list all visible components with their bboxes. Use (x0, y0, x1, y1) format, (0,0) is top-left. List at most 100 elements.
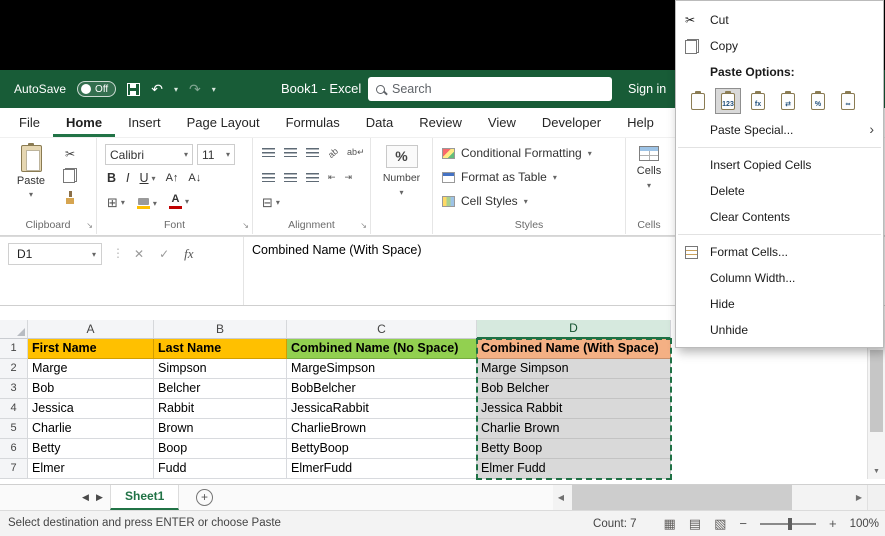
menu-item-copy[interactable]: Copy (676, 33, 883, 59)
cell-D6[interactable]: Betty Boop (477, 439, 671, 459)
cell-D2[interactable]: Marge Simpson (477, 359, 671, 379)
zoom-level[interactable]: 100% (850, 518, 879, 530)
menu-item-cut[interactable]: ✂ Cut (676, 7, 883, 33)
cell-styles-button[interactable]: Cell Styles ▾ (442, 194, 528, 208)
cell-C1[interactable]: Combined Name (No Space) (287, 339, 477, 359)
align-center-button[interactable] (284, 173, 297, 182)
confirm-entry-icon[interactable]: ✓ (159, 247, 169, 261)
menu-item-insert-copied-cells[interactable]: Insert Copied Cells (676, 152, 883, 178)
new-sheet-button[interactable]: + (196, 489, 213, 506)
horizontal-scroll-thumb[interactable] (572, 485, 792, 510)
bold-button[interactable]: B (107, 171, 116, 185)
cell-B6[interactable]: Boop (154, 439, 287, 459)
cell-D3[interactable]: Bob Belcher (477, 379, 671, 399)
row-header-1[interactable]: 1 (0, 339, 28, 359)
row-header-4[interactable]: 4 (0, 399, 28, 419)
tab-insert[interactable]: Insert (115, 108, 174, 137)
tab-formulas[interactable]: Formulas (273, 108, 353, 137)
menu-item-paste-special[interactable]: Paste Special... › (676, 117, 883, 143)
search-box[interactable] (368, 77, 612, 101)
align-bottom-button[interactable] (306, 148, 319, 157)
save-icon[interactable] (127, 83, 140, 96)
merge-center-button[interactable]: ⊟ ▾ (262, 196, 280, 209)
paste-option-link[interactable]: ∞ (835, 88, 861, 114)
row-header-5[interactable]: 5 (0, 419, 28, 439)
formula-bar-drag-handle[interactable]: ⋮ (112, 246, 124, 260)
qat-customize-icon[interactable]: ▾ (212, 85, 216, 94)
cell-A5[interactable]: Charlie (28, 419, 154, 439)
zoom-slider[interactable] (760, 523, 816, 525)
orientation-button[interactable]: ab (326, 145, 340, 159)
sheet-tab-sheet1[interactable]: Sheet1 (110, 485, 179, 510)
cancel-entry-icon[interactable]: ✕ (134, 247, 144, 261)
align-middle-button[interactable] (284, 148, 297, 157)
cell-B7[interactable]: Fudd (154, 459, 287, 479)
row-header-6[interactable]: 6 (0, 439, 28, 459)
zoom-in-button[interactable]: + (829, 517, 837, 530)
underline-button[interactable]: U ▾ (140, 171, 156, 185)
cell-A4[interactable]: Jessica (28, 399, 154, 419)
insert-function-icon[interactable]: fx (184, 246, 193, 262)
number-format-button[interactable]: % Number ▾ (371, 145, 432, 197)
conditional-formatting-button[interactable]: Conditional Formatting ▾ (442, 146, 592, 160)
cell-A6[interactable]: Betty (28, 439, 154, 459)
menu-item-column-width[interactable]: Column Width... (676, 265, 883, 291)
column-header-b[interactable]: B (154, 320, 287, 339)
tab-file[interactable]: File (6, 108, 53, 137)
page-break-view-button[interactable]: ▧ (714, 517, 726, 530)
cell-B1[interactable]: Last Name (154, 339, 287, 359)
sheet-next-icon[interactable]: ▶ (96, 485, 103, 510)
cell-C4[interactable]: JessicaRabbit (287, 399, 477, 419)
search-input[interactable] (392, 82, 604, 96)
cell-B3[interactable]: Belcher (154, 379, 287, 399)
paste-option-transpose[interactable]: ⇄ (775, 88, 801, 114)
row-header-2[interactable]: 2 (0, 359, 28, 379)
paste-option-values[interactable]: 123 (715, 88, 741, 114)
italic-button[interactable]: I (126, 171, 129, 185)
cell-A3[interactable]: Bob (28, 379, 154, 399)
row-header-3[interactable]: 3 (0, 379, 28, 399)
tab-home[interactable]: Home (53, 108, 115, 137)
menu-item-format-cells[interactable]: Format Cells... (676, 239, 883, 265)
scroll-right-icon[interactable]: ▶ (851, 493, 867, 502)
cell-C6[interactable]: BettyBoop (287, 439, 477, 459)
cell-B2[interactable]: Simpson (154, 359, 287, 379)
alignment-dialog-launcher-icon[interactable]: ↘ (360, 221, 367, 230)
sheet-prev-icon[interactable]: ◀ (82, 485, 89, 510)
tab-view[interactable]: View (475, 108, 529, 137)
tab-page-layout[interactable]: Page Layout (174, 108, 273, 137)
align-left-button[interactable] (262, 173, 275, 182)
fill-color-button[interactable]: ▾ (137, 198, 157, 209)
cells-button[interactable]: Cells ▾ (626, 146, 672, 190)
paste-button[interactable]: Paste ▾ (8, 145, 54, 211)
cell-A7[interactable]: Elmer (28, 459, 154, 479)
align-top-button[interactable] (262, 148, 275, 157)
cell-A2[interactable]: Marge (28, 359, 154, 379)
scroll-left-icon[interactable]: ◀ (553, 493, 569, 502)
wrap-text-button[interactable]: ab↵ (347, 147, 365, 158)
align-right-button[interactable] (306, 173, 319, 182)
cut-icon[interactable]: ✂ (65, 148, 75, 160)
menu-item-clear-contents[interactable]: Clear Contents (676, 204, 883, 230)
menu-item-hide[interactable]: Hide (676, 291, 883, 317)
paste-option-formulas[interactable]: fx (745, 88, 771, 114)
increase-font-button[interactable]: A↑ (166, 172, 179, 184)
column-header-a[interactable]: A (28, 320, 154, 339)
increase-indent-button[interactable]: ⇥ (345, 172, 353, 183)
menu-item-unhide[interactable]: Unhide (676, 317, 883, 343)
paste-option-formatting[interactable]: % (805, 88, 831, 114)
paste-option-paste[interactable] (685, 88, 711, 114)
horizontal-scrollbar[interactable]: ◀ ▶ (553, 485, 867, 510)
tab-data[interactable]: Data (353, 108, 406, 137)
zoom-out-button[interactable]: − (739, 517, 747, 530)
scroll-down-icon[interactable]: ▼ (868, 464, 885, 479)
vertical-scroll-thumb[interactable] (870, 350, 883, 432)
name-box[interactable]: D1 ▾ (8, 243, 102, 265)
normal-view-button[interactable]: ▦ (664, 517, 676, 530)
cell-D5[interactable]: Charlie Brown (477, 419, 671, 439)
cell-C7[interactable]: ElmerFudd (287, 459, 477, 479)
cell-D1[interactable]: Combined Name (With Space) (477, 339, 671, 359)
font-name-select[interactable]: Calibri ▾ (105, 144, 193, 165)
cell-B4[interactable]: Rabbit (154, 399, 287, 419)
font-color-button[interactable]: A ▾ (169, 194, 189, 209)
